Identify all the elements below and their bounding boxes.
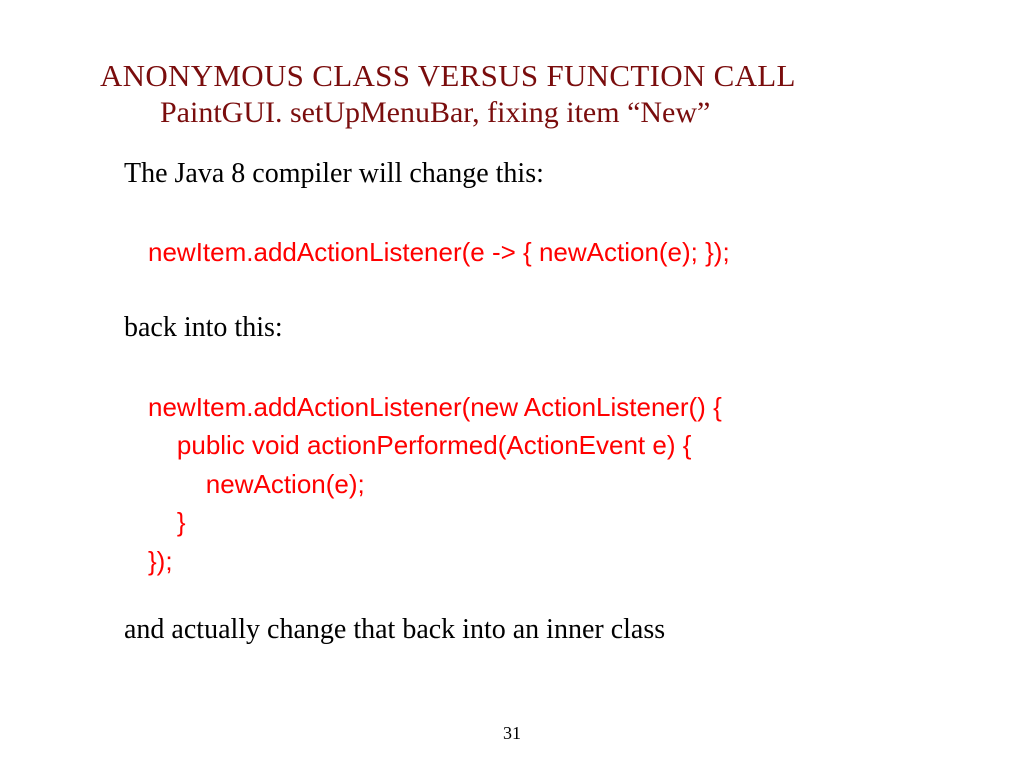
slide-title-line2: PaintGUI. setUpMenuBar, fixing item “New… (100, 96, 924, 130)
outro-text: and actually change that back into an in… (100, 614, 924, 646)
middle-text: back into this: (100, 312, 924, 344)
slide-content: ANONYMOUS CLASS VERSUS FUNCTION CALL Pai… (0, 0, 1024, 646)
code-block-lambda: newItem.addActionListener(e -> { newActi… (100, 234, 924, 272)
slide-title-line1: ANONYMOUS CLASS VERSUS FUNCTION CALL (100, 58, 924, 94)
intro-text: The Java 8 compiler will change this: (100, 158, 924, 190)
code-block-anonymous: newItem.addActionListener(new ActionList… (100, 388, 924, 580)
page-number: 31 (0, 723, 1024, 744)
